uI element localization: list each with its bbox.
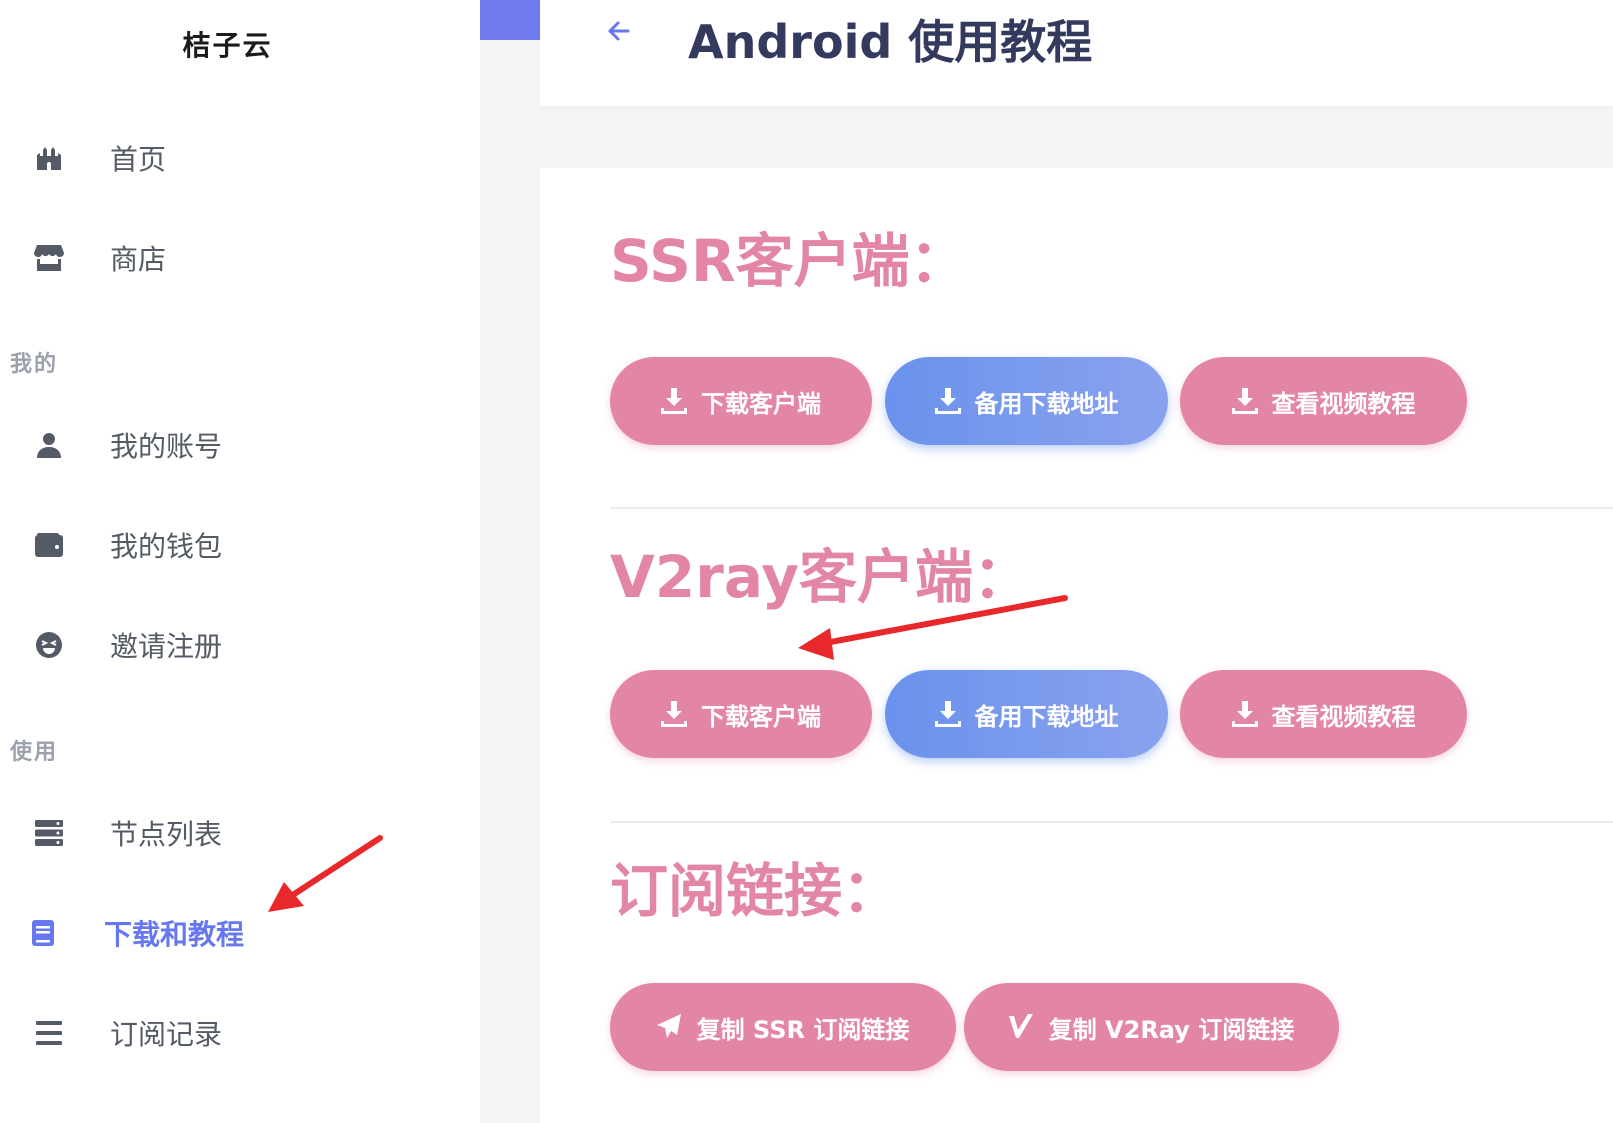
brand-name[interactable]: 桔子云 — [0, 24, 455, 64]
sidebar-item-label: 商店 — [110, 243, 167, 276]
back-arrow-icon[interactable] — [606, 18, 636, 48]
sidebar-item-label: 节点列表 — [110, 818, 223, 851]
sidebar-item-subscriptions[interactable]: 订阅记录 — [0, 1003, 480, 1063]
sidebar-item-label: 我的账号 — [110, 430, 223, 463]
wallet-icon — [34, 530, 64, 560]
laugh-icon — [34, 630, 64, 660]
download-icon — [934, 701, 961, 727]
download-icon — [661, 388, 687, 414]
page-title: Android 使用教程 — [688, 15, 1093, 69]
user-icon — [34, 430, 64, 460]
sidebar-item-wallet[interactable]: 我的钱包 — [0, 515, 480, 575]
sidebar-item-home[interactable]: 首页 — [0, 128, 480, 188]
sidebar: 桔子云 首页 商店 我的 我的账号 我的钱包 邀请注册 使用 节点列表 下载和教… — [0, 0, 480, 1123]
section-divider — [610, 507, 1613, 509]
sidebar-item-label: 邀请注册 — [110, 630, 223, 663]
download-icon — [1231, 388, 1258, 414]
ssr-section-title: SSR客户端： — [610, 227, 968, 295]
copy-ssr-link-button[interactable]: 复制 SSR 订阅链接 — [610, 983, 956, 1071]
sidebar-item-label: 下载和教程 — [104, 918, 245, 951]
ssr-download-button[interactable]: 下载客户端 — [610, 357, 872, 445]
content-card: SSR客户端： 下载客户端 备用下载地址 查看视频教程 V2ray客户端： 下载… — [540, 168, 1613, 1123]
accent-strip — [480, 0, 540, 40]
page-header: Android 使用教程 — [540, 0, 1613, 106]
sidebar-item-account[interactable]: 我的账号 — [0, 415, 480, 475]
sidebar-item-label: 我的钱包 — [110, 530, 223, 563]
v2ray-download-button[interactable]: 下载客户端 — [610, 670, 872, 758]
sidebar-item-invite[interactable]: 邀请注册 — [0, 615, 480, 675]
copy-v2ray-link-button[interactable]: 复制 V2Ray 订阅链接 — [964, 983, 1339, 1071]
v-logo-icon — [1008, 1014, 1035, 1040]
download-icon — [934, 388, 961, 414]
castle-icon — [34, 143, 64, 173]
v2ray-backup-button[interactable]: 备用下载地址 — [885, 670, 1168, 758]
store-icon — [34, 243, 64, 273]
download-icon — [1231, 701, 1258, 727]
server-icon — [34, 818, 64, 848]
ssr-backup-button[interactable]: 备用下载地址 — [885, 357, 1168, 445]
sidebar-item-downloads[interactable]: 下载和教程 — [0, 903, 480, 963]
v2ray-video-button[interactable]: 查看视频教程 — [1180, 670, 1467, 758]
sidebar-item-nodes[interactable]: 节点列表 — [0, 803, 480, 863]
subscribe-section-title: 订阅链接： — [610, 857, 901, 925]
download-icon — [661, 701, 687, 727]
paper-plane-icon — [656, 1014, 683, 1040]
ssr-video-button[interactable]: 查看视频教程 — [1180, 357, 1467, 445]
section-label-usage: 使用 — [10, 740, 59, 765]
section-divider — [610, 821, 1613, 823]
v2ray-section-title: V2ray客户端： — [610, 543, 1032, 611]
section-label-mine: 我的 — [10, 352, 59, 377]
sidebar-item-store[interactable]: 商店 — [0, 228, 480, 288]
sidebar-item-label: 订阅记录 — [110, 1018, 223, 1051]
book-icon — [28, 918, 58, 948]
sidebar-item-label: 首页 — [110, 143, 167, 176]
list-icon — [34, 1018, 64, 1048]
